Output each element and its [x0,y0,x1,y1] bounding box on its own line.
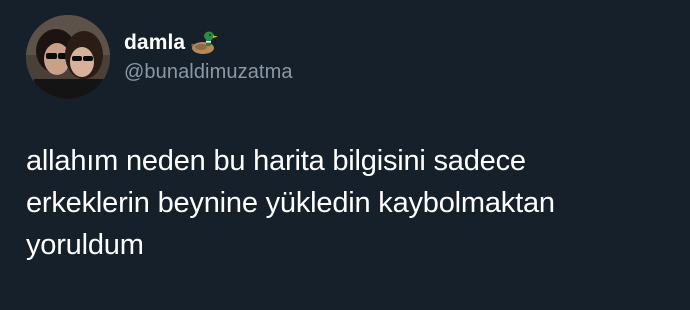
tweet-text: allahım neden bu harita bilgisini sadece… [26,140,681,266]
tweet-text-line: erkeklerin beynine yükledin kaybolmaktan [26,187,555,219]
avatar[interactable] [26,15,110,99]
author-handle[interactable]: @bunaldimuzatma [124,61,293,84]
duck-icon [188,30,219,56]
author-display-name[interactable]: damla [124,31,185,55]
tweet-text-line: allahım neden bu harita bilgisini sadece [26,145,526,177]
author-name-row: damla [124,30,293,56]
tweet-card: damla @bunaldimuzatma allahım neden bu h… [0,0,690,310]
avatar-photo-icon [26,15,110,99]
tweet-author: damla @bunaldimuzatma [124,30,293,84]
tweet-text-line: yoruldum [26,229,144,261]
